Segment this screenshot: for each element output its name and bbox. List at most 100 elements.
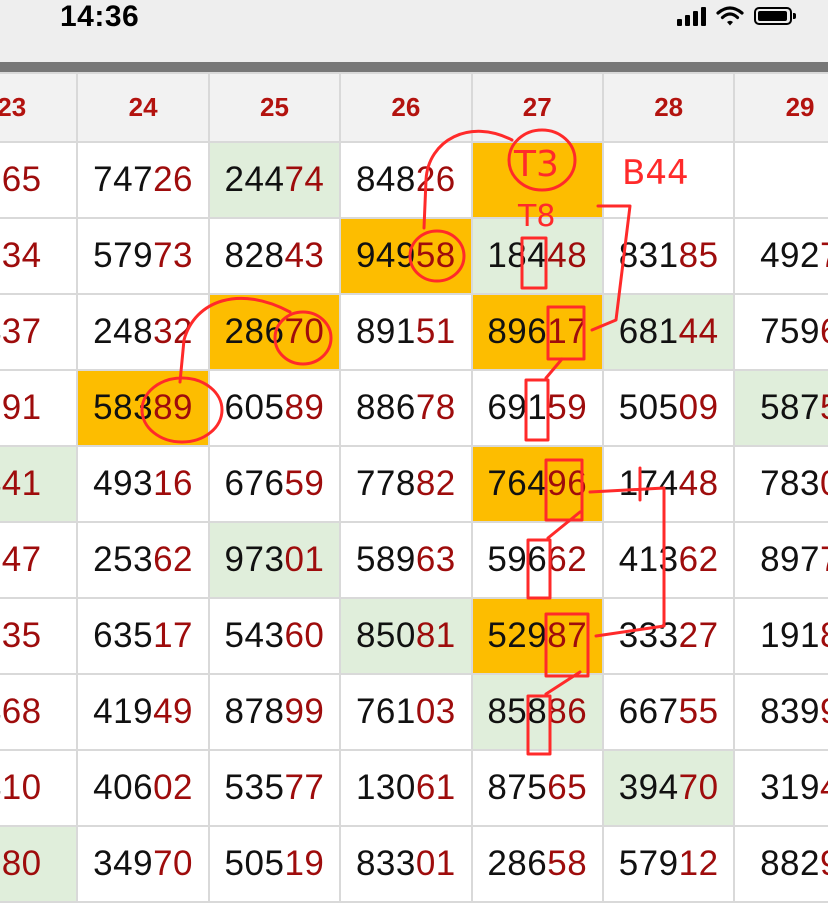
result-cell[interactable]: 437	[0, 293, 79, 371]
result-cell[interactable]: 13061	[339, 749, 473, 827]
result-cell[interactable]: 85081	[339, 597, 473, 675]
result-cell[interactable]: 76103	[339, 673, 473, 751]
result-number-last-digits: 78	[415, 388, 456, 427]
result-cell[interactable]	[470, 141, 604, 219]
table-row: 44149316676597788276496174487830	[0, 445, 828, 523]
result-cell[interactable]: 50509	[601, 369, 736, 447]
result-cell[interactable]: 391	[0, 369, 79, 447]
results-table: 23242526272829 2657472624474848267345797…	[0, 72, 828, 903]
column-header-25: 25	[207, 72, 342, 143]
result-cell[interactable]: 468	[0, 673, 79, 751]
result-number-prefix: 253	[93, 540, 154, 579]
result-cell[interactable]: 58389	[76, 369, 210, 447]
result-number-prefix: 850	[355, 616, 416, 655]
result-cell[interactable]: 87899	[207, 673, 342, 751]
result-cell[interactable]: 7830	[733, 445, 828, 523]
result-cell[interactable]: 4927	[733, 217, 828, 295]
result-cell[interactable]: 410	[0, 749, 79, 827]
result-cell[interactable]	[733, 141, 828, 219]
result-cell[interactable]: 97301	[207, 521, 342, 599]
result-cell[interactable]: 77882	[339, 445, 473, 523]
result-cell[interactable]: 34970	[76, 825, 210, 903]
result-number-last-digits: 17	[547, 312, 588, 351]
result-number-last-digits: 65	[547, 768, 588, 807]
result-cell[interactable]: 3194	[733, 749, 828, 827]
result-number-last-digits: 9	[820, 844, 828, 883]
result-cell[interactable]: 1918	[733, 597, 828, 675]
result-cell[interactable]: 88678	[339, 369, 473, 447]
result-cell[interactable]: 8399	[733, 673, 828, 751]
result-number-prefix: 529	[487, 616, 548, 655]
result-cell[interactable]: 8829	[733, 825, 828, 903]
result-cell[interactable]: 33327	[601, 597, 736, 675]
result-cell[interactable]: 74726	[76, 141, 210, 219]
result-cell[interactable]: 734	[0, 217, 79, 295]
result-cell[interactable]: 8977	[733, 521, 828, 599]
result-number-last-digits: 10	[1, 768, 42, 807]
result-cell[interactable]: 66755	[601, 673, 736, 751]
result-cell[interactable]: 89151	[339, 293, 473, 371]
result-cell[interactable]: 69159	[470, 369, 604, 447]
result-cell[interactable]: 68144	[601, 293, 736, 371]
result-number-prefix: 897	[760, 540, 820, 579]
result-number-last-digits: 70	[153, 844, 193, 883]
result-cell[interactable]: 82843	[207, 217, 342, 295]
result-number-prefix: 406	[93, 768, 154, 807]
result-cell[interactable]: 67659	[207, 445, 342, 523]
result-cell[interactable]: 7596	[733, 293, 828, 371]
result-number-prefix: 778	[355, 464, 416, 503]
result-cell[interactable]: 25362	[76, 521, 210, 599]
result-cell[interactable]: 24832	[76, 293, 210, 371]
result-cell[interactable]: 58963	[339, 521, 473, 599]
result-cell[interactable]: 60589	[207, 369, 342, 447]
result-cell[interactable]: 24474	[207, 141, 342, 219]
result-number-prefix: 349	[93, 844, 154, 883]
result-number-prefix: 886	[355, 388, 416, 427]
result-cell[interactable]: 54360	[207, 597, 342, 675]
table-row: 43724832286708915189617681447596	[0, 293, 828, 371]
battery-icon	[754, 7, 796, 25]
result-cell[interactable]: 57912	[601, 825, 736, 903]
result-cell[interactable]: 347	[0, 521, 79, 599]
result-cell[interactable]: 94958	[339, 217, 473, 295]
result-cell[interactable]: 5875	[733, 369, 828, 447]
result-cell[interactable]: 28658	[470, 825, 604, 903]
result-cell[interactable]: 40602	[76, 749, 210, 827]
result-cell[interactable]: 76496	[470, 445, 604, 523]
result-cell[interactable]: 63517	[76, 597, 210, 675]
result-number-last-digits: 73	[153, 236, 193, 275]
result-cell[interactable]: 89617	[470, 293, 604, 371]
result-cell[interactable]: 84826	[339, 141, 473, 219]
result-cell[interactable]: 441	[0, 445, 79, 523]
result-cell[interactable]: 880	[0, 825, 79, 903]
result-cell[interactable]: 41362	[601, 521, 736, 599]
table-row: 88034970505198330128658579128829	[0, 825, 828, 903]
result-cell[interactable]	[601, 141, 736, 219]
result-cell[interactable]: 41949	[76, 673, 210, 751]
result-cell[interactable]: 83185	[601, 217, 736, 295]
result-number-last-digits: 265	[0, 160, 42, 199]
result-cell[interactable]: 39470	[601, 749, 736, 827]
result-cell[interactable]: 49316	[76, 445, 210, 523]
result-cell[interactable]: 17448	[601, 445, 736, 523]
column-header-28: 28	[601, 72, 736, 143]
result-number-last-digits: 86	[547, 692, 588, 731]
result-cell[interactable]: 28670	[207, 293, 342, 371]
result-cell[interactable]: 57973	[76, 217, 210, 295]
result-cell[interactable]: 18448	[470, 217, 604, 295]
result-cell[interactable]: 59662	[470, 521, 604, 599]
result-number-last-digits: 9	[820, 692, 828, 731]
result-cell[interactable]: 935	[0, 597, 79, 675]
result-cell[interactable]: 265	[0, 141, 79, 219]
result-cell[interactable]: 83301	[339, 825, 473, 903]
result-cell[interactable]: 87565	[470, 749, 604, 827]
result-number-last-digits: 70	[284, 312, 325, 351]
result-cell[interactable]: 53577	[207, 749, 342, 827]
result-number-last-digits: 12	[678, 844, 719, 883]
result-number-last-digits: 02	[153, 768, 193, 807]
result-cell[interactable]: 85886	[470, 673, 604, 751]
result-number-prefix: 244	[224, 160, 285, 199]
result-cell[interactable]: 50519	[207, 825, 342, 903]
result-cell[interactable]: 52987	[470, 597, 604, 675]
results-grid-container[interactable]: 23242526272829 2657472624474848267345797…	[0, 72, 828, 903]
